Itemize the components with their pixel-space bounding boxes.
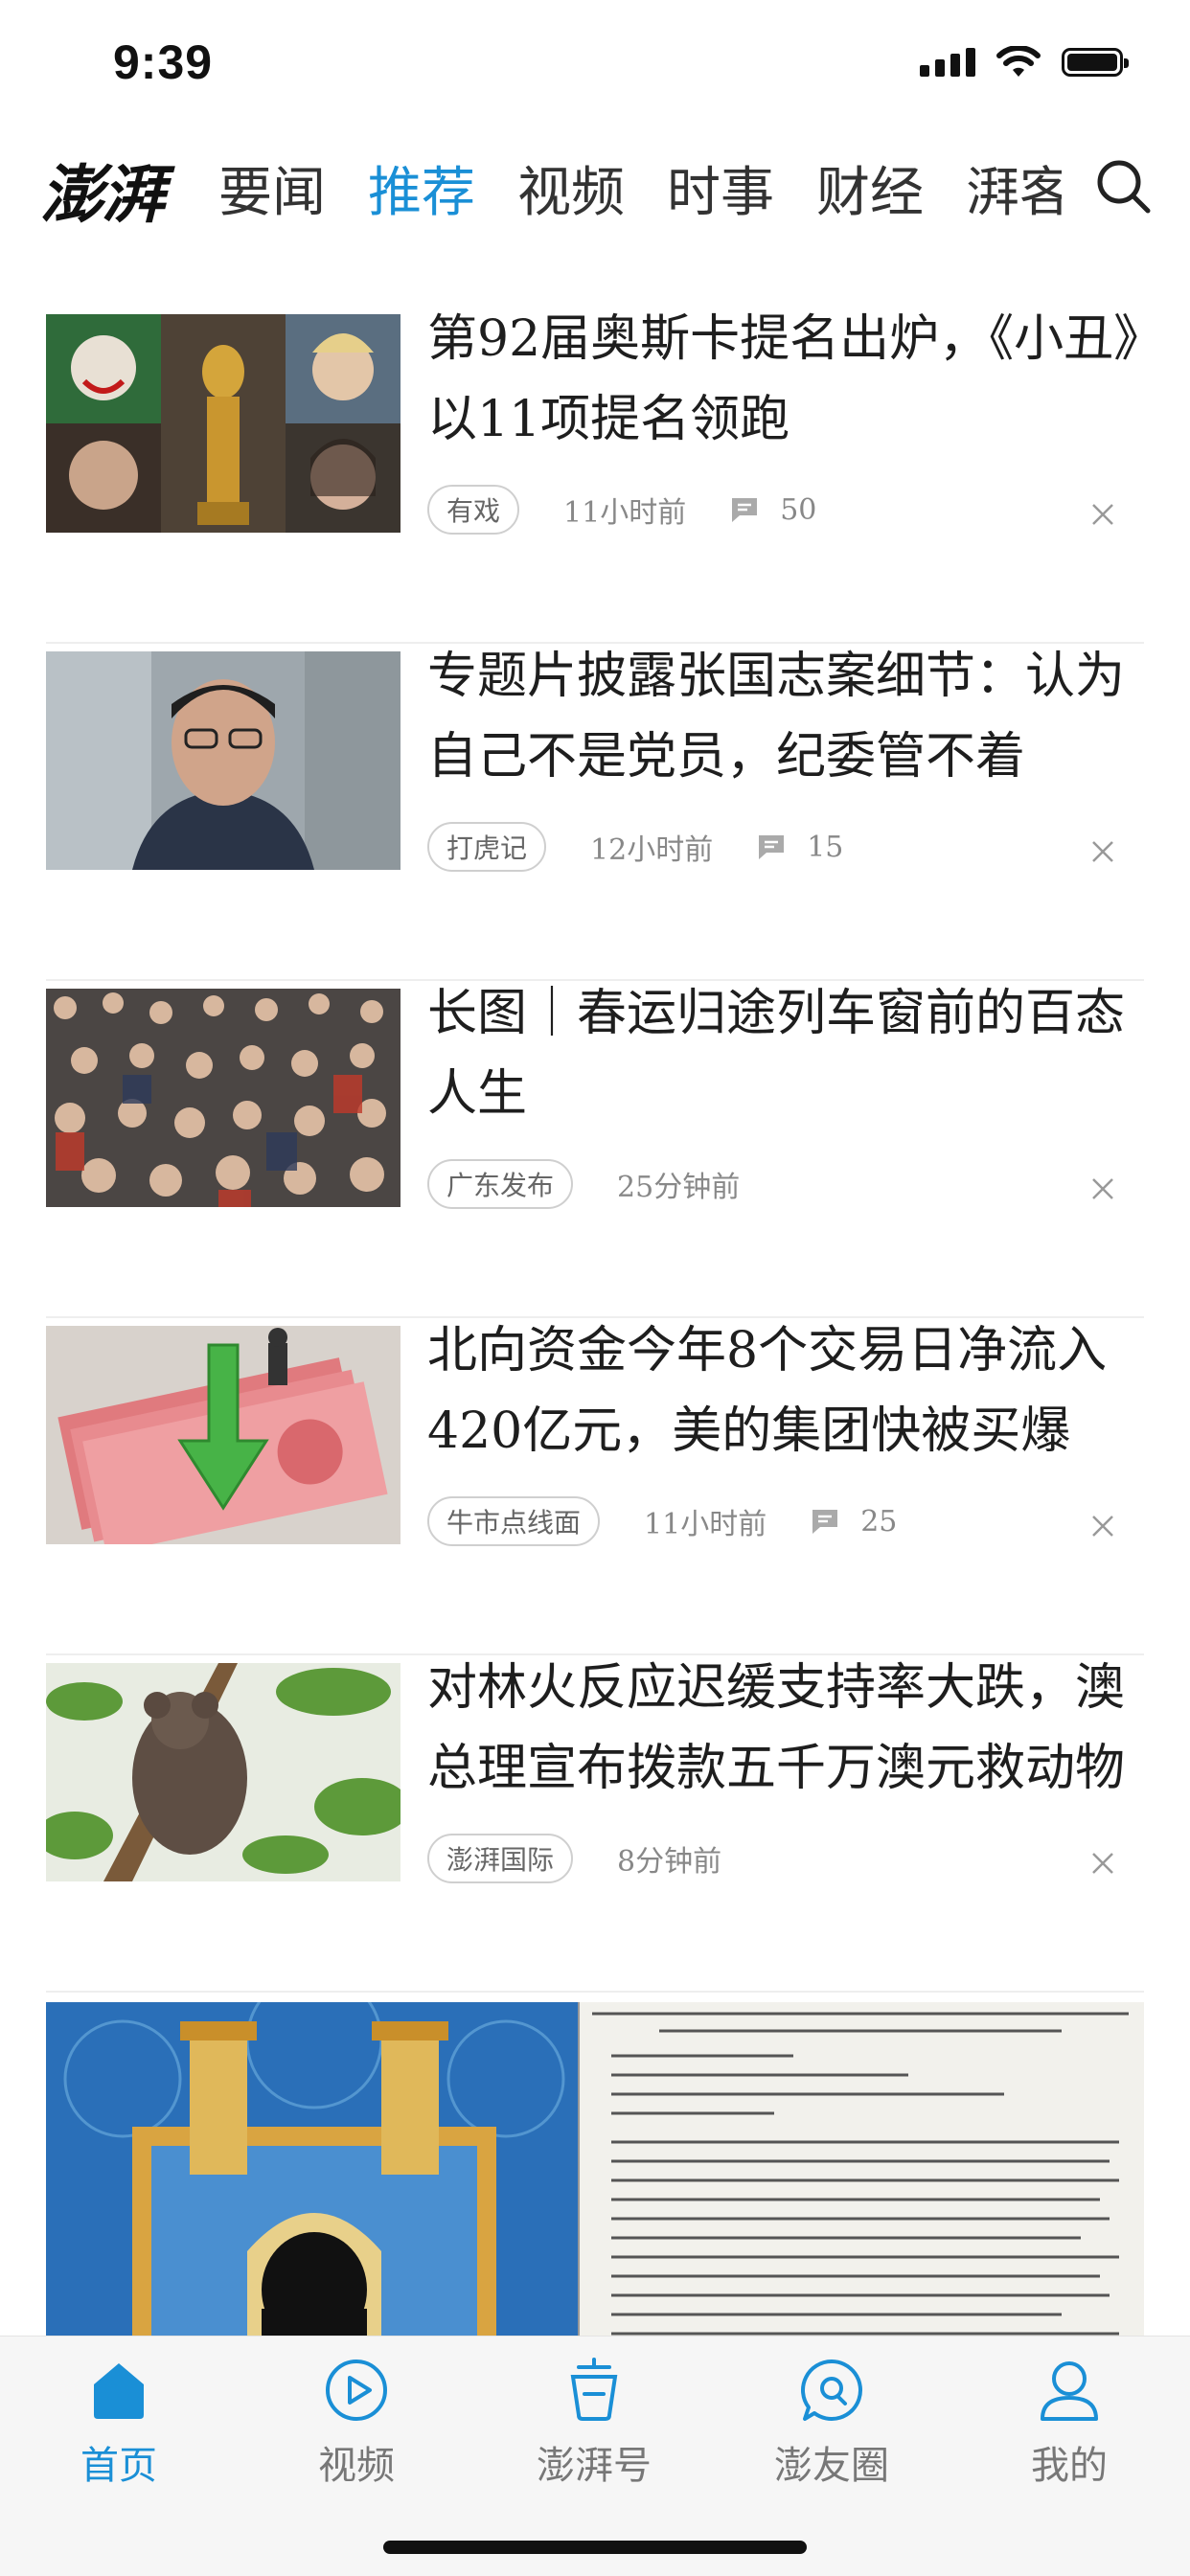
comment-count: 15	[757, 831, 843, 864]
app-logo: 澎湃	[40, 157, 165, 232]
comment-icon	[759, 835, 785, 859]
source-tag[interactable]: 广东发布	[427, 1159, 574, 1209]
news-title[interactable]: 北向资金今年8个交易日净流入420亿元，美的集团快被买爆	[427, 1311, 1146, 1471]
news-meta: 广东发布 25分钟前	[427, 1159, 740, 1209]
battery-icon	[1062, 48, 1129, 77]
news-title[interactable]: 长图｜春运归途列车窗前的百态人生	[427, 973, 1146, 1134]
news-large-image[interactable]	[46, 2002, 1144, 2347]
publish-time: 8分钟前	[617, 1845, 722, 1879]
home-icon	[94, 2363, 144, 2419]
status-time: 9:39	[113, 35, 214, 89]
news-item[interactable]: 第92届奥斯卡提名出炉，《小丑》以11项提名领跑 有戏 11小时前 50	[46, 307, 1144, 644]
news-thumbnail	[46, 989, 400, 1207]
close-icon[interactable]	[1090, 1176, 1115, 1201]
close-icon[interactable]	[1090, 1514, 1115, 1539]
tabbar-pengyouquan[interactable]: 澎友圈	[736, 2356, 927, 2490]
close-icon[interactable]	[1090, 1851, 1115, 1876]
news-item[interactable]: 北向资金今年8个交易日净流入420亿元，美的集团快被买爆 牛市点线面 11小时前…	[46, 1318, 1144, 1655]
comment-count: 25	[811, 1505, 897, 1539]
cup-icon	[570, 2358, 618, 2421]
comment-icon	[812, 1510, 838, 1534]
tab-shipin[interactable]: 视频	[517, 149, 625, 227]
publish-time: 25分钟前	[617, 1171, 741, 1204]
news-meta: 牛市点线面 11小时前 25	[427, 1496, 897, 1546]
news-item[interactable]: 对林火反应迟缓支持率大跌，澳总理宣布拨款五千万澳元救动物 澎湃国际 8分钟前	[46, 1655, 1144, 1993]
search-icon[interactable]	[1092, 155, 1154, 217]
publish-time: 12小时前	[590, 833, 714, 867]
tabbar-mine[interactable]: 我的	[973, 2356, 1165, 2490]
news-meta: 澎湃国际 8分钟前	[427, 1834, 721, 1883]
tabbar-home[interactable]: 首页	[23, 2356, 215, 2490]
tab-paike[interactable]: 湃客	[966, 149, 1062, 227]
source-tag[interactable]: 牛市点线面	[427, 1496, 601, 1546]
news-meta: 有戏 11小时前 50	[427, 485, 816, 535]
tabbar-pengpaihao[interactable]: 澎湃号	[498, 2356, 690, 2490]
news-meta: 打虎记 12小时前 15	[427, 822, 843, 872]
tab-yaowen[interactable]: 要闻	[218, 149, 326, 227]
wifi-icon	[996, 46, 1041, 77]
chat-icon	[801, 2359, 862, 2421]
news-title[interactable]: 对林火反应迟缓支持率大跌，澳总理宣布拨款五千万澳元救动物	[427, 1648, 1146, 1809]
tabbar-video[interactable]: 视频	[261, 2356, 452, 2490]
news-thumbnail	[46, 1326, 400, 1544]
tab-shishi[interactable]: 时事	[667, 149, 774, 227]
publish-time: 11小时前	[563, 496, 687, 530]
channel-tabs: 要闻 推荐 视频 时事 财经 湃客	[218, 149, 1062, 227]
news-feed: 第92届奥斯卡提名出炉，《小丑》以11项提名领跑 有戏 11小时前 50 专题片…	[46, 307, 1144, 1993]
news-thumbnail	[46, 314, 400, 533]
news-thumbnail	[46, 1663, 400, 1881]
play-icon	[326, 2359, 387, 2421]
source-tag[interactable]: 打虎记	[427, 822, 547, 872]
close-icon[interactable]	[1090, 839, 1115, 864]
signal-icon	[920, 48, 975, 77]
tab-tuijian[interactable]: 推荐	[368, 149, 475, 227]
status-icons	[920, 46, 1129, 79]
news-title[interactable]: 专题片披露张国志案细节：认为自己不是党员，纪委管不着	[427, 636, 1146, 797]
comment-count: 50	[730, 493, 816, 527]
news-item[interactable]: 长图｜春运归途列车窗前的百态人生 广东发布 25分钟前	[46, 981, 1144, 1318]
source-tag[interactable]: 澎湃国际	[427, 1834, 574, 1883]
person-icon	[1041, 2361, 1098, 2421]
news-title[interactable]: 第92届奥斯卡提名出炉，《小丑》以11项提名领跑	[427, 299, 1146, 460]
source-tag[interactable]: 有戏	[427, 485, 520, 535]
tab-caijing[interactable]: 财经	[816, 149, 924, 227]
news-item[interactable]: 专题片披露张国志案细节：认为自己不是党员，纪委管不着 打虎记 12小时前 15	[46, 644, 1144, 981]
news-thumbnail	[46, 651, 400, 870]
publish-time: 11小时前	[644, 1508, 767, 1541]
news-thumbnail	[46, 2002, 1144, 2347]
home-indicator[interactable]	[383, 2541, 807, 2554]
comment-icon	[732, 498, 758, 522]
status-bar: 9:39	[0, 0, 1190, 125]
close-icon[interactable]	[1090, 502, 1115, 527]
top-nav: 澎湃 要闻 推荐 视频 时事 财经 湃客	[0, 134, 1190, 259]
